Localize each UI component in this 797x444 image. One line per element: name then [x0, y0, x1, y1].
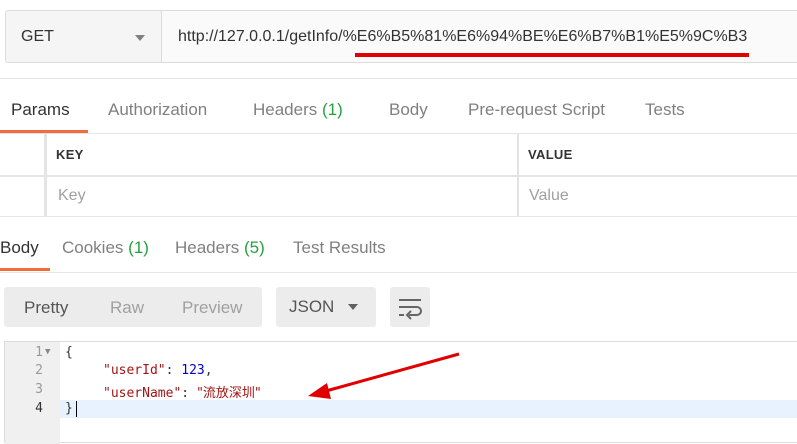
- line-number: 4: [35, 401, 43, 416]
- row-divider: [0, 175, 797, 177]
- language-select[interactable]: JSON: [276, 287, 376, 327]
- response-tabs: Body Cookies (1) Headers (5) Test Result…: [0, 216, 797, 273]
- tab-headers[interactable]: Headers (1): [253, 100, 343, 120]
- tab-pre-request-script[interactable]: Pre-request Script: [468, 100, 605, 120]
- response-view-toolbar: Pretty Raw Preview JSON: [0, 273, 797, 341]
- pretty-button[interactable]: Pretty: [24, 298, 68, 318]
- tab-authorization[interactable]: Authorization: [108, 100, 207, 120]
- code-line: "userId": 123,: [103, 363, 213, 378]
- active-line-highlight: [5, 400, 797, 418]
- value-input[interactable]: Value: [529, 187, 569, 205]
- tab-response-body[interactable]: Body: [0, 238, 39, 258]
- line-number: 1: [35, 345, 43, 360]
- params-table: KEY VALUE Key Value: [0, 134, 797, 216]
- annotation-underline: [355, 53, 749, 57]
- method-select[interactable]: GET: [5, 10, 161, 63]
- view-mode-group: Pretty Raw Preview: [4, 287, 262, 327]
- line-number: 3: [35, 382, 43, 397]
- tab-tests[interactable]: Tests: [645, 100, 685, 120]
- tab-response-headers[interactable]: Headers (5): [175, 238, 265, 258]
- preview-button[interactable]: Preview: [182, 298, 242, 318]
- column-header-key: KEY: [56, 147, 84, 162]
- code-line: "userName": "流放深圳": [103, 386, 261, 401]
- chevron-down-icon: [135, 35, 145, 41]
- wrap-lines-icon: [399, 299, 422, 320]
- fold-arrow-icon[interactable]: ▼: [45, 347, 50, 357]
- request-bar: GET http://127.0.0.1/getInfo/%E6%B5%81%E…: [0, 0, 797, 78]
- column-header-value: VALUE: [528, 147, 573, 162]
- wrap-lines-button[interactable]: [390, 287, 430, 327]
- text-cursor: [76, 401, 77, 417]
- chevron-down-icon: [348, 304, 358, 310]
- line-number-gutter: 1 ▼ 2 3 4: [5, 342, 60, 444]
- line-number: 2: [35, 363, 43, 378]
- raw-button[interactable]: Raw: [110, 298, 144, 318]
- method-label: GET: [21, 28, 54, 45]
- active-tab-indicator: [0, 130, 88, 133]
- tab-cookies[interactable]: Cookies (1): [62, 238, 149, 258]
- code-line: {: [65, 345, 73, 360]
- tab-body[interactable]: Body: [389, 100, 428, 120]
- active-tab-indicator: [0, 268, 50, 271]
- tab-params[interactable]: Params: [11, 100, 70, 120]
- key-input[interactable]: Key: [58, 187, 86, 205]
- tab-test-results[interactable]: Test Results: [293, 238, 386, 258]
- response-code-editor[interactable]: 1 ▼ 2 3 4 { "userId": 123, "userName": "…: [4, 341, 797, 444]
- code-line: }: [65, 401, 73, 416]
- language-label: JSON: [289, 297, 335, 316]
- request-tabs: Params Authorization Headers (1) Body Pr…: [0, 78, 797, 134]
